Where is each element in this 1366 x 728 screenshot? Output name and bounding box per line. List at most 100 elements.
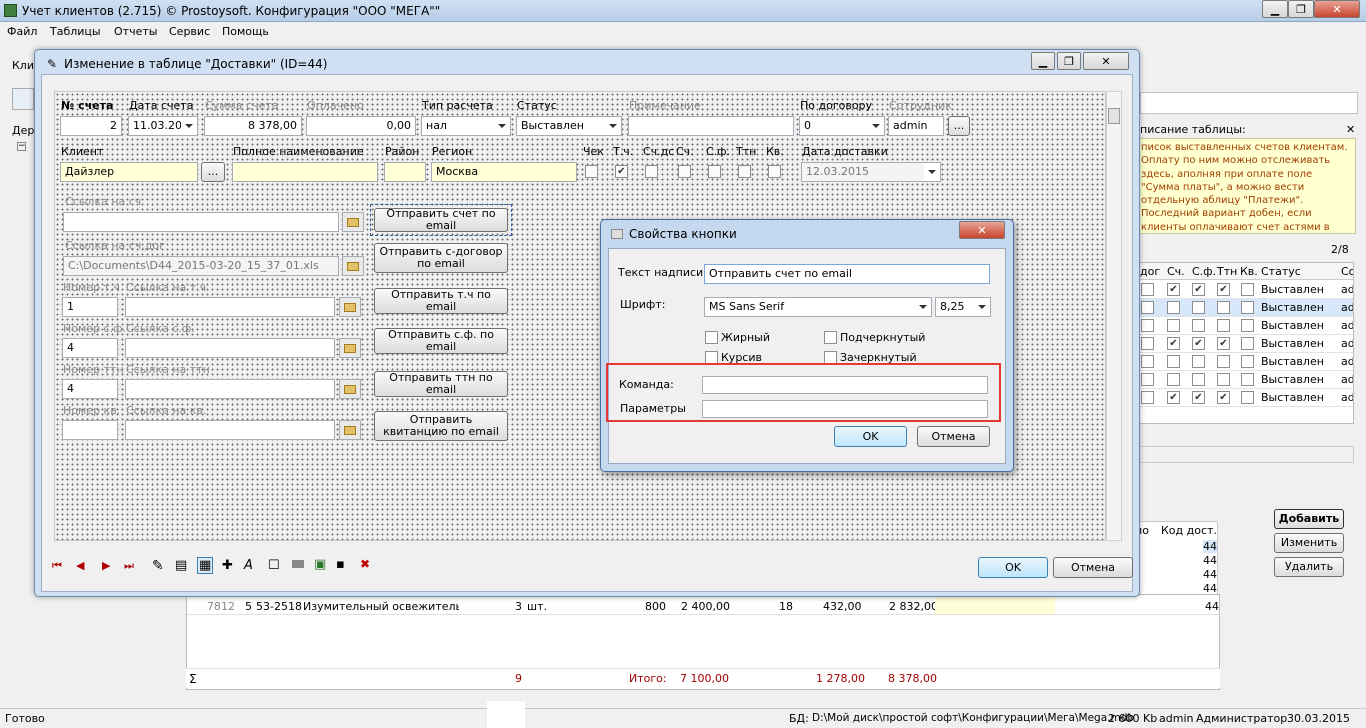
row-checkbox[interactable] <box>1141 337 1154 350</box>
chevron-down-icon[interactable] <box>868 117 884 135</box>
link-field[interactable] <box>125 420 335 440</box>
column-header[interactable]: Статус <box>1261 265 1301 278</box>
table-row[interactable]: Выставлен ad <box>1137 353 1353 371</box>
column-header[interactable]: Ттн <box>1217 265 1237 278</box>
underline-checkbox[interactable] <box>824 331 837 344</box>
row-checkbox[interactable] <box>1217 319 1230 332</box>
image-tool-icon[interactable]: ▣ <box>314 557 326 572</box>
row-checkbox[interactable] <box>1241 391 1254 404</box>
maximize-button[interactable]: ❐ <box>1288 0 1314 18</box>
row-checkbox[interactable] <box>1241 355 1254 368</box>
minimize-button[interactable]: ▁ <box>1262 0 1288 18</box>
chevron-down-icon[interactable] <box>494 117 510 135</box>
pay-type-select[interactable]: нал <box>421 116 511 136</box>
form-vscroll[interactable] <box>1106 91 1122 541</box>
flag-checkbox[interactable]: ✔ <box>615 165 628 178</box>
flag-checkbox[interactable] <box>738 165 751 178</box>
flag-checkbox[interactable] <box>708 165 721 178</box>
column-header[interactable]: Сч. <box>1167 265 1185 278</box>
table-row[interactable]: ✔ ✔ ✔ Выставлен ad <box>1137 281 1353 299</box>
right-grid-scrollbar[interactable] <box>1136 446 1354 463</box>
close-desc-icon[interactable]: ✕ <box>1346 123 1355 136</box>
font-select[interactable]: MS Sans Serif <box>704 297 932 317</box>
menu-file[interactable]: Файл <box>7 25 37 38</box>
left-toolbar-button[interactable] <box>12 88 34 110</box>
row-checkbox[interactable] <box>1141 391 1154 404</box>
number-field[interactable]: 4 <box>62 338 118 358</box>
chevron-down-icon[interactable] <box>915 298 931 316</box>
table-row[interactable]: ✔ ✔ ✔ Выставлен ad <box>1137 335 1353 353</box>
folder-open-icon[interactable] <box>339 297 361 317</box>
status-select[interactable]: Выставлен <box>516 116 622 136</box>
save-icon[interactable]: ▪ <box>336 557 345 572</box>
send-email-button[interactable]: Отправить квитанцию по email <box>374 411 508 441</box>
row-checkbox[interactable] <box>1192 355 1205 368</box>
row-checkbox[interactable] <box>1217 373 1230 386</box>
column-header[interactable]: Кв. <box>1240 265 1258 278</box>
last-record-icon[interactable]: ⏭ <box>124 559 134 573</box>
row-checkbox[interactable] <box>1167 355 1180 368</box>
bold-checkbox[interactable] <box>705 331 718 344</box>
params-input[interactable] <box>702 400 988 418</box>
row-checkbox[interactable] <box>1241 283 1254 296</box>
editor-cancel-button[interactable]: Отмена <box>1053 557 1133 578</box>
number-field[interactable] <box>62 420 118 440</box>
folder-open-icon[interactable] <box>339 420 361 440</box>
properties-icon[interactable]: ▤ <box>175 558 187 573</box>
menu-help[interactable]: Помощь <box>222 25 269 38</box>
menu-reports[interactable]: Отчеты <box>114 25 157 38</box>
tree-expand-icon[interactable]: − <box>17 142 26 151</box>
paid-field[interactable]: 0,00 <box>306 116 416 136</box>
button-tool-icon[interactable] <box>292 560 304 568</box>
contract-select[interactable]: 0 <box>799 116 885 136</box>
link-field[interactable] <box>125 379 335 399</box>
link-contract-field[interactable]: C:\Documents\D44_2015-03-20_15_37_01.xls <box>63 256 339 276</box>
editor-maximize-button[interactable]: ❐ <box>1057 52 1081 70</box>
link-field[interactable] <box>125 338 335 358</box>
design-icon[interactable]: ✎ <box>152 558 164 574</box>
first-record-icon[interactable]: ⏮ <box>52 559 62 573</box>
label-text-icon[interactable]: A <box>244 558 253 573</box>
send-email-button[interactable]: Отправить ттн по email <box>374 371 508 397</box>
caption-input[interactable]: Отправить счет по email <box>704 264 990 284</box>
row-checkbox[interactable] <box>1141 373 1154 386</box>
note-field[interactable] <box>628 116 794 136</box>
row-checkbox[interactable]: ✔ <box>1217 337 1230 350</box>
flag-checkbox[interactable] <box>585 165 598 178</box>
dialog-close-button[interactable]: ✕ <box>959 221 1005 239</box>
full-name-field[interactable] <box>232 162 378 182</box>
row-checkbox[interactable]: ✔ <box>1217 391 1230 404</box>
client-field[interactable]: Дайзлер <box>60 162 198 182</box>
link-invoice-field[interactable] <box>63 212 339 232</box>
invoice-no-field[interactable]: 2 <box>60 116 122 136</box>
prev-record-icon[interactable]: ◀ <box>76 559 84 572</box>
column-header[interactable]: Со <box>1341 265 1353 278</box>
menu-tables[interactable]: Таблицы <box>50 25 101 38</box>
add-button[interactable]: Добавить <box>1274 509 1344 529</box>
dialog-ok-button[interactable]: OK <box>834 426 907 447</box>
row-checkbox[interactable]: ✔ <box>1167 337 1180 350</box>
row-checkbox[interactable] <box>1217 301 1230 314</box>
client-browse-button[interactable]: ... <box>201 162 225 182</box>
send-email-button[interactable]: Отправить счет по email <box>374 208 508 232</box>
chevron-down-icon[interactable] <box>181 117 197 135</box>
employee-browse-button[interactable]: ... <box>948 116 970 136</box>
flag-checkbox[interactable] <box>645 165 658 178</box>
row-checkbox[interactable]: ✔ <box>1192 391 1205 404</box>
table-row[interactable]: 7812 5 53-2518 Изумительный освежитель в… <box>187 597 1219 615</box>
table-row[interactable]: Выставлен ad <box>1137 371 1353 389</box>
close-button[interactable]: ✕ <box>1314 0 1360 18</box>
row-checkbox[interactable] <box>1167 301 1180 314</box>
dialog-cancel-button[interactable]: Отмена <box>917 426 990 447</box>
number-field[interactable]: 4 <box>62 379 118 399</box>
row-checkbox[interactable] <box>1141 319 1154 332</box>
form-layout-icon[interactable]: ▦ <box>197 557 214 574</box>
folder-open-icon[interactable] <box>342 212 364 232</box>
row-checkbox[interactable] <box>1241 301 1254 314</box>
delivery-date-field[interactable]: 12.03.2015 <box>801 162 941 182</box>
editor-ok-button[interactable]: OK <box>978 557 1048 578</box>
link-field[interactable] <box>125 297 335 317</box>
row-checkbox[interactable] <box>1241 319 1254 332</box>
row-checkbox[interactable] <box>1167 373 1180 386</box>
next-record-icon[interactable]: ▶ <box>102 559 110 572</box>
